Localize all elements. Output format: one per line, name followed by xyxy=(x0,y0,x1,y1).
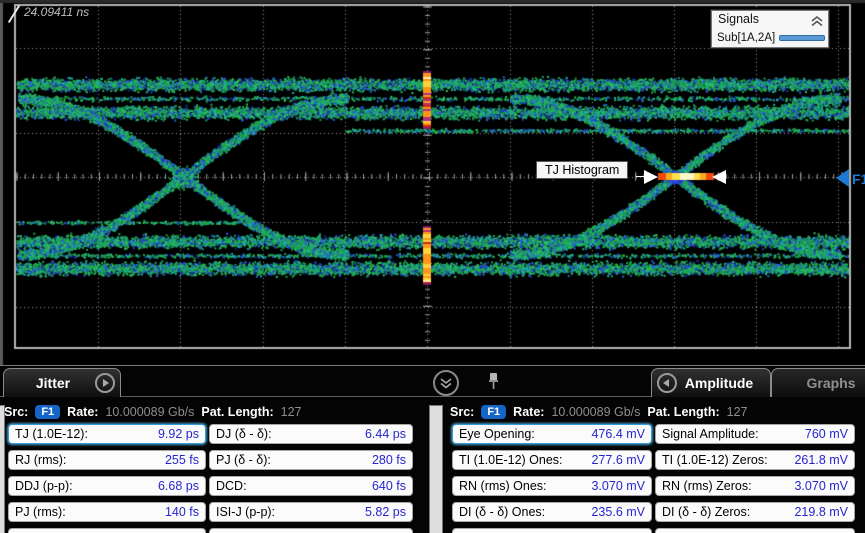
measurement-dock: Jitter Amplitude Graphs Src: F1 Rate: 10… xyxy=(0,365,865,533)
measurement-label: RN (rms) Ones: xyxy=(459,479,547,493)
measurement-cell-partial[interactable] xyxy=(8,528,206,533)
eye-diagram-section: 24.09411 ns Signals Sub[1A,2A] TJ Histog… xyxy=(0,0,865,365)
measurement-cell-dcd[interactable]: DCD: 640 fs xyxy=(209,476,413,496)
measurement-cell-di-zeros[interactable]: DI (δ - δ) Zeros: 219.8 mV xyxy=(655,502,855,522)
measurement-value: 9.92 ps xyxy=(157,427,199,441)
measurement-value: 219.8 mV xyxy=(794,505,848,519)
measurement-label: PJ (rms): xyxy=(15,505,66,519)
legend-title: Signals xyxy=(718,12,759,26)
amplitude-panel-scrollbar[interactable] xyxy=(429,405,443,533)
measurement-value: 261.8 mV xyxy=(794,453,848,467)
measurement-value: 255 fs xyxy=(164,453,199,467)
pattern-length-value: 127 xyxy=(280,404,302,419)
measurement-value: 476.4 mV xyxy=(591,427,645,441)
rate-label: Rate: xyxy=(67,404,99,419)
measurement-value: 6.68 ps xyxy=(157,479,199,493)
measurement-label: RN (rms) Zeros: xyxy=(662,479,752,493)
rate-value: 10.000089 Gb/s xyxy=(551,404,641,419)
measurement-cell-pj-rms[interactable]: PJ (rms): 140 fs xyxy=(8,502,206,522)
jitter-panel-scrollbar[interactable] xyxy=(0,405,5,533)
jitter-expand-button[interactable] xyxy=(95,373,115,393)
pattern-length-label: Pat. Length: xyxy=(647,404,720,419)
tab-amplitude[interactable]: Amplitude xyxy=(651,368,771,397)
measurement-value: 277.6 mV xyxy=(591,453,645,467)
measurement-cell-rj[interactable]: RJ (rms): 255 fs xyxy=(8,450,206,470)
measurement-cell-partial[interactable] xyxy=(209,528,413,533)
measurement-label: DDJ (p-p): xyxy=(15,479,73,493)
waveform-source-marker-label: F1 xyxy=(852,171,865,187)
measurement-cell-partial[interactable] xyxy=(655,528,855,533)
measurement-value: 3.070 mV xyxy=(591,479,645,493)
measurement-label: DI (δ - δ) Ones: xyxy=(459,505,546,519)
measurement-cell-isij[interactable]: ISI-J (p-p): 5.82 ps xyxy=(209,502,413,522)
measurement-label: ISI-J (p-p): xyxy=(216,505,276,519)
measurement-cell-rn-zeros[interactable]: RN (rms) Zeros: 3.070 mV xyxy=(655,476,855,496)
measurement-value: 235.6 mV xyxy=(591,505,645,519)
measurement-value: 5.82 ps xyxy=(364,505,406,519)
pattern-length-value: 127 xyxy=(726,404,748,419)
measurement-label: RJ (rms): xyxy=(15,453,67,467)
measurement-label: DJ (δ - δ): xyxy=(216,427,272,441)
legend-signal-name: Sub[1A,2A] xyxy=(717,32,776,44)
rate-value: 10.000089 Gb/s xyxy=(105,404,195,419)
measurement-cell-ti-ones[interactable]: TI (1.0E-12) Ones: 277.6 mV xyxy=(452,450,652,470)
collapse-chevron-up-icon[interactable] xyxy=(810,14,824,32)
amplitude-panel-header: Src: F1 Rate: 10.000089 Gb/s Pat. Length… xyxy=(450,403,747,420)
measurement-cell-signal-amplitude[interactable]: Signal Amplitude: 760 mV xyxy=(655,424,855,444)
tj-extent-left-arrow-icon xyxy=(712,170,726,184)
measurement-label: DCD: xyxy=(216,479,247,493)
signals-legend[interactable]: Signals Sub[1A,2A] xyxy=(711,10,829,48)
measurement-value: 3.070 mV xyxy=(794,479,848,493)
measurement-label: TJ (1.0E-12): xyxy=(15,427,88,441)
tab-jitter[interactable]: Jitter xyxy=(3,368,121,397)
measurement-value: 140 fs xyxy=(164,505,199,519)
signal-color-swatch xyxy=(779,35,825,41)
timebase-label: 24.09411 ns xyxy=(24,5,90,19)
tab-jitter-label: Jitter xyxy=(35,375,71,391)
pattern-length-label: Pat. Length: xyxy=(201,404,274,419)
amplitude-expand-button[interactable] xyxy=(657,373,677,393)
dock-collapse-button[interactable] xyxy=(433,370,459,396)
measurement-value: 6.44 ps xyxy=(364,427,406,441)
tab-graphs-label: Graphs xyxy=(806,375,856,391)
tab-amplitude-label: Amplitude xyxy=(684,375,754,391)
measurement-cell-eye-opening[interactable]: Eye Opening: 476.4 mV xyxy=(452,424,652,444)
double-chevron-down-icon xyxy=(440,378,452,389)
waveform-source-marker-icon[interactable] xyxy=(836,169,849,187)
measurement-label: DI (δ - δ) Zeros: xyxy=(662,505,751,519)
legend-signal-row[interactable]: Sub[1A,2A] xyxy=(717,32,825,44)
measurement-cell-partial[interactable] xyxy=(452,528,652,533)
measurement-cell-ddj[interactable]: DDJ (p-p): 6.68 ps xyxy=(8,476,206,496)
measurement-label: Eye Opening: xyxy=(459,427,535,441)
eye-diagram-canvas[interactable] xyxy=(0,0,865,365)
source-badge[interactable]: F1 xyxy=(35,404,61,419)
measurement-value: 760 mV xyxy=(804,427,848,441)
tab-graphs[interactable]: Graphs xyxy=(771,368,865,397)
measurement-label: Signal Amplitude: xyxy=(662,427,759,441)
measurement-cell-di-ones[interactable]: DI (δ - δ) Ones: 235.6 mV xyxy=(452,502,652,522)
tj-extent-right-arrow-icon xyxy=(644,170,658,184)
jitter-measurement-grid: TJ (1.0E-12): 9.92 ps DJ (δ - δ): 6.44 ps … xyxy=(8,424,413,533)
src-label: Src: xyxy=(4,404,29,419)
jitter-panel-header: Src: F1 Rate: 10.000089 Gb/s Pat. Length… xyxy=(4,403,301,420)
source-badge[interactable]: F1 xyxy=(481,404,507,419)
pin-icon[interactable] xyxy=(487,372,500,396)
measurement-value: 280 fs xyxy=(371,453,406,467)
measurement-cell-pj-dd[interactable]: PJ (δ - δ): 280 fs xyxy=(209,450,413,470)
measurement-cell-dj[interactable]: DJ (δ - δ): 6.44 ps xyxy=(209,424,413,444)
tj-histogram-label[interactable]: TJ Histogram xyxy=(536,161,629,179)
measurement-cell-rn-ones[interactable]: RN (rms) Ones: 3.070 mV xyxy=(452,476,652,496)
amplitude-measurement-grid: Eye Opening: 476.4 mV Signal Amplitude: 76… xyxy=(452,424,855,533)
dpojet-eye-analysis-screen: 24.09411 ns Signals Sub[1A,2A] TJ Histog… xyxy=(0,0,865,533)
measurement-label: PJ (δ - δ): xyxy=(216,453,271,467)
measurement-cell-ti-zeros[interactable]: TI (1.0E-12) Zeros: 261.8 mV xyxy=(655,450,855,470)
measurement-cell-tj[interactable]: TJ (1.0E-12): 9.92 ps xyxy=(8,424,206,444)
rate-label: Rate: xyxy=(513,404,545,419)
measurement-value: 640 fs xyxy=(371,479,406,493)
src-label: Src: xyxy=(450,404,475,419)
measurement-label: TI (1.0E-12) Ones: xyxy=(459,453,563,467)
measurement-label: TI (1.0E-12) Zeros: xyxy=(662,453,768,467)
